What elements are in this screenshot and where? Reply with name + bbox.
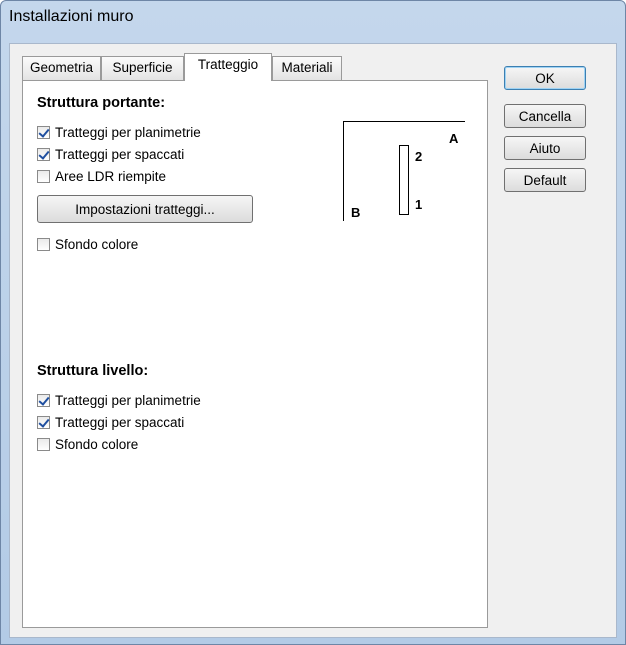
window-title: Installazioni muro [9, 8, 134, 25]
checkbox-box[interactable] [37, 125, 50, 139]
button-label: Aiuto [529, 140, 561, 156]
checkbox-box[interactable] [37, 437, 50, 451]
impostazioni-tratteggi-button[interactable]: Impostazioni tratteggi... [37, 195, 253, 223]
cancel-button[interactable]: Cancella [504, 104, 586, 128]
help-button[interactable]: Aiuto [504, 136, 586, 160]
aree-ldr-checkbox[interactable]: Aree LDR riempite [37, 167, 166, 185]
tab-superficie-label: Superficie [112, 60, 173, 75]
button-label: Cancella [518, 108, 572, 124]
tratteggio-panel: Struttura portante: Tratteggi per planim… [22, 80, 488, 628]
checkbox-box[interactable] [37, 169, 50, 183]
checkbox-box[interactable] [37, 393, 50, 407]
livello-spaccati-checkbox[interactable]: Tratteggi per spaccati [37, 413, 184, 431]
tab-tratteggio[interactable]: Tratteggio [184, 53, 272, 81]
label-2: 2 [415, 149, 423, 164]
livello-sfondo-checkbox[interactable]: Sfondo colore [37, 435, 138, 453]
checkbox-box[interactable] [37, 237, 50, 251]
wall-section-rect [399, 145, 409, 215]
checkbox-box[interactable] [37, 147, 50, 161]
livello-planimetrie-checkbox[interactable]: Tratteggi per planimetrie [37, 391, 201, 409]
preview-border-top [343, 121, 465, 122]
struttura-livello-heading: Struttura livello: [37, 363, 149, 379]
portante-sfondo-checkbox[interactable]: Sfondo colore [37, 235, 138, 253]
portante-planimetrie-checkbox[interactable]: Tratteggi per planimetrie [37, 123, 201, 141]
checkbox-label: Tratteggi per spaccati [55, 414, 185, 430]
button-label: Default [523, 172, 567, 188]
tab-geometria-label: Geometria [29, 60, 94, 75]
tab-materiali[interactable]: Materiali [272, 56, 342, 80]
checkbox-label: Aree LDR riempite [55, 168, 167, 184]
tab-materiali-label: Materiali [281, 60, 333, 75]
dialog-body: Geometria Superficie Tratteggio Material… [9, 43, 617, 638]
struttura-portante-heading: Struttura portante: [37, 95, 166, 111]
portante-spaccati-checkbox[interactable]: Tratteggi per spaccati [37, 145, 184, 163]
tab-geometria[interactable]: Geometria [22, 56, 101, 80]
wall-preview: 2 1 A B [343, 121, 473, 221]
dialog-window: Installazioni muro Geometria Superficie … [0, 0, 626, 645]
title-bar[interactable]: Installazioni muro [1, 1, 625, 35]
label-b: B [351, 205, 361, 220]
tab-tratteggio-label: Tratteggio [197, 57, 259, 72]
default-button[interactable]: Default [504, 168, 586, 192]
checkbox-label: Tratteggi per planimetrie [55, 124, 201, 140]
button-label: OK [535, 70, 555, 86]
checkbox-label: Sfondo colore [55, 436, 139, 452]
checkbox-label: Tratteggi per planimetrie [55, 392, 201, 408]
tab-superficie[interactable]: Superficie [101, 56, 184, 80]
label-a: A [449, 131, 459, 146]
ok-button[interactable]: OK [504, 66, 586, 90]
label-1: 1 [415, 197, 423, 212]
button-label: Impostazioni tratteggi... [75, 201, 215, 217]
checkbox-box[interactable] [37, 415, 50, 429]
checkbox-label: Tratteggi per spaccati [55, 146, 185, 162]
checkbox-label: Sfondo colore [55, 236, 139, 252]
preview-border-left [343, 121, 344, 221]
